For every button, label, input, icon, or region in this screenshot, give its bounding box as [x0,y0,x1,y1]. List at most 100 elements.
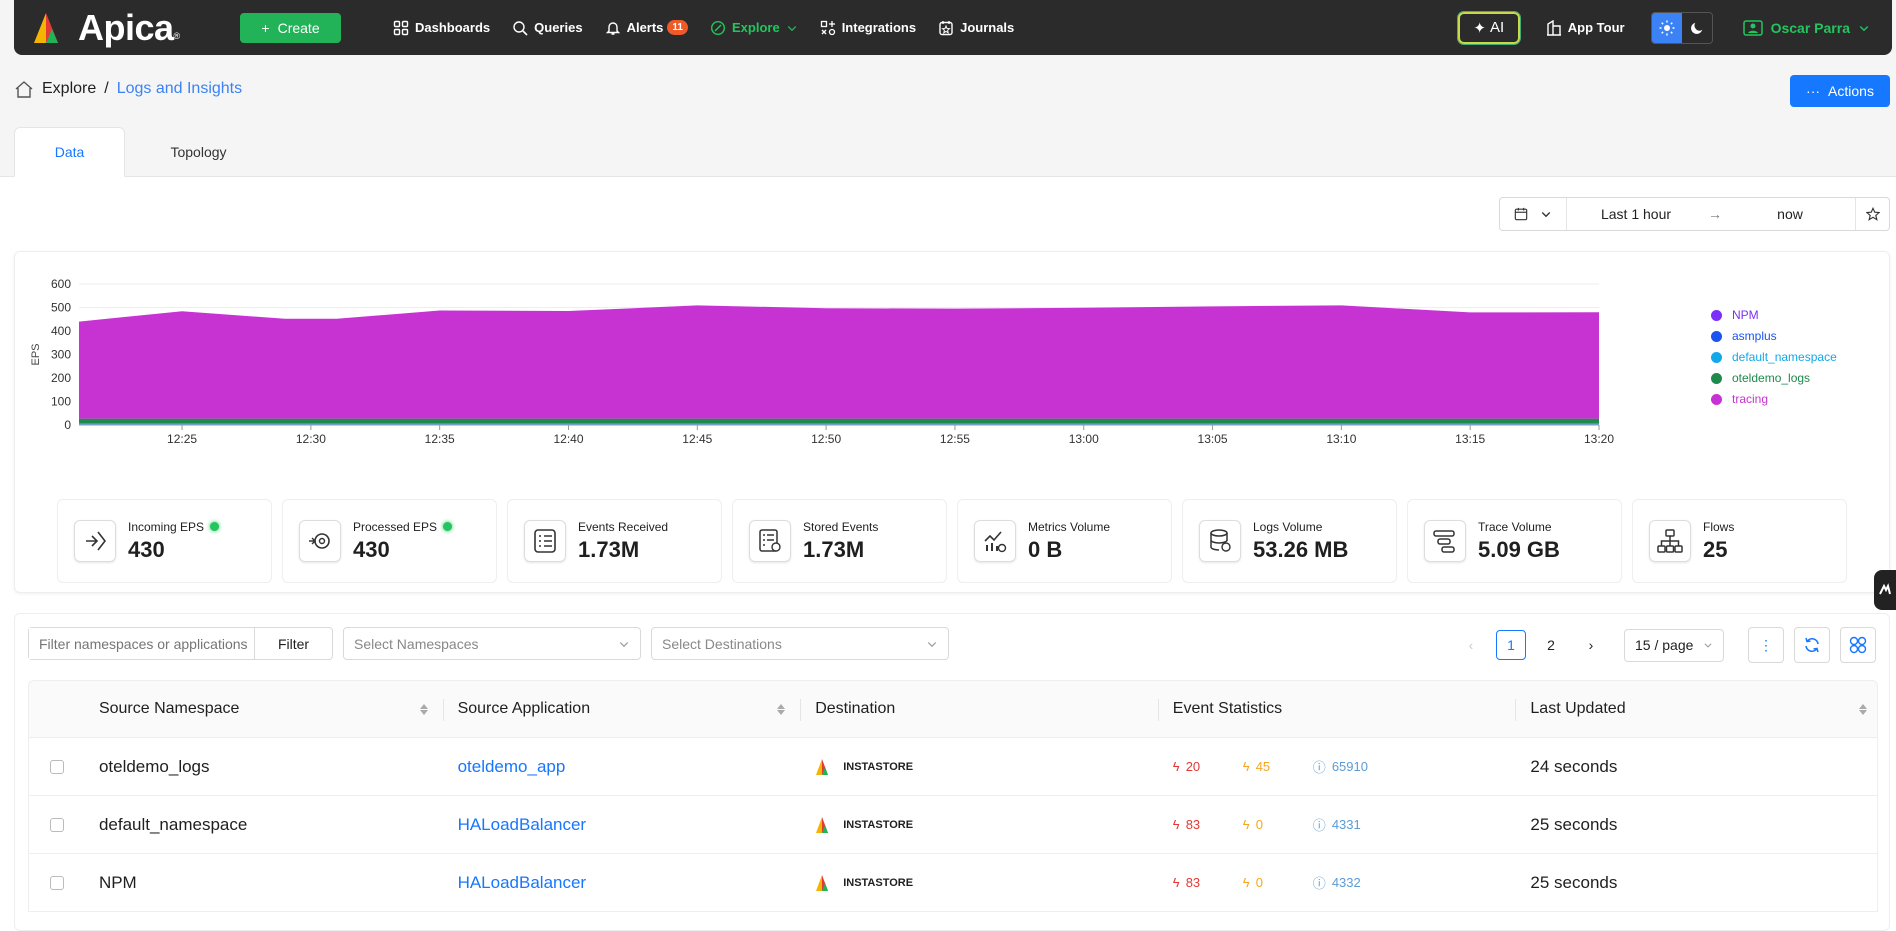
help-widget-tab[interactable] [1874,570,1896,610]
namespace-cell: default_namespace [98,814,248,834]
sort-icon[interactable] [419,703,428,715]
legend-item[interactable]: NPM [1711,308,1841,322]
legend-dot [1711,310,1722,321]
x-tick-label: 12:45 [682,432,712,446]
column-destination: Destination [801,681,1159,737]
application-link[interactable]: oteldemo_app [458,757,566,777]
row-checkbox[interactable] [49,817,64,832]
legend-label: asmplus [1732,329,1777,343]
nav-dashboards[interactable]: Dashboards [393,20,490,36]
filter-input[interactable] [29,628,254,659]
layout-toggle-button[interactable] [1840,627,1876,663]
home-icon[interactable] [14,80,34,98]
calendar-dropdown[interactable] [1500,198,1567,230]
compass-icon [710,20,726,35]
destination: INSTASTORE [815,758,913,776]
namespace-cell: oteldemo_logs [98,756,210,776]
page-size-select[interactable]: 15 / page [1624,628,1724,662]
tab-data[interactable]: Data [14,127,125,177]
page-2[interactable]: 2 [1536,630,1566,660]
y-tick-label: 600 [51,277,71,291]
legend-label: oteldemo_logs [1732,371,1811,385]
legend-item[interactable]: asmplus [1711,329,1841,343]
filter-button[interactable]: Filter [254,628,332,659]
nav-alerts[interactable]: Alerts 11 [605,20,688,36]
legend-item[interactable]: tracing [1711,392,1841,406]
main-nav: Dashboards Queries Alerts 11 Explore Int… [393,20,1036,36]
time-to[interactable]: now [1725,206,1855,222]
table-row[interactable]: oteldemo_logs oteldemo_app INSTASTORE ϟ2… [28,738,1878,796]
legend-label: default_namespace [1732,350,1837,364]
stat-card-trace-volume: Trace Volume 5.09 GB [1407,499,1622,583]
destinations-select[interactable]: Select Destinations [651,627,949,660]
theme-toggle[interactable] [1650,11,1713,44]
y-tick-label: 400 [51,324,71,338]
more-options-button[interactable]: ⋮ [1748,627,1784,663]
application-link[interactable]: HALoadBalancer [458,873,587,893]
info-icon: ⓘ [1312,876,1326,891]
journal-icon [939,20,953,35]
warning-count: ϟ0 [1242,875,1263,890]
legend-item[interactable]: default_namespace [1711,350,1841,364]
apica-logo[interactable]: Apica ® [32,7,202,49]
nav-queries[interactable]: Queries [512,20,583,36]
column-source-application[interactable]: Source Application [444,681,802,737]
column-last-updated[interactable]: Last Updated [1516,681,1877,737]
apica-logo-icon [34,12,58,43]
time-range-picker[interactable]: Last 1 hour → now [1499,197,1890,231]
dark-mode-button[interactable] [1681,12,1712,43]
ellipsis-icon: ··· [1806,83,1821,99]
light-mode-button[interactable] [1651,12,1682,43]
x-tick-label: 12:35 [425,432,455,446]
user-avatar-icon [1742,19,1763,36]
sort-icon[interactable] [777,703,786,715]
nav-integrations[interactable]: Integrations [820,20,916,36]
breadcrumb-current[interactable]: Logs and Insights [117,80,242,98]
refresh-button[interactable] [1794,627,1830,663]
error-count: ϟ 83 [1172,817,1201,832]
info-count: ⓘ 65910 [1312,759,1368,775]
namespace-table-card: Filter Select Namespaces Select Destinat… [14,613,1890,931]
namespaces-select[interactable]: Select Namespaces [343,627,641,660]
top-navigation-bar: Apica ® + Create Dashboards Queries Aler… [14,0,1892,55]
next-page-button[interactable]: › [1576,630,1606,660]
namespace-cell: NPM [98,872,137,892]
user-menu[interactable]: Oscar Parra [1742,19,1870,37]
table-row[interactable]: NPM HALoadBalancer INSTASTORE ϟ 83 ϟ0 ⓘ 43… [28,854,1878,912]
tab-topology[interactable]: Topology [143,127,254,177]
page-1[interactable]: 1 [1496,630,1526,660]
time-from[interactable]: Last 1 hour [1567,206,1705,222]
live-indicator [210,522,220,531]
series-area-tracing [79,305,1599,419]
table-row[interactable]: default_namespace HALoadBalancer INSTAST… [28,796,1878,854]
y-tick-label: 300 [51,348,71,362]
last-updated-cell: 24 seconds [1530,756,1618,776]
prev-page-button[interactable]: ‹ [1456,630,1486,660]
last-updated-cell: 25 seconds [1530,814,1618,834]
nav-journals[interactable]: Journals [938,20,1014,36]
series-area-oteldemo_logs [79,418,1599,424]
breadcrumb-explore[interactable]: Explore [42,80,96,98]
application-link[interactable]: HALoadBalancer [458,815,587,835]
ai-button[interactable]: ✦ AI [1457,11,1520,44]
vertical-ellipsis-icon: ⋮ [1759,636,1773,653]
chevron-down-icon [1859,25,1869,31]
destination: INSTASTORE [815,874,913,892]
x-tick-label: 13:00 [1069,432,1099,446]
info-count: ⓘ 4331 [1312,817,1361,833]
lightning-icon: ϟ [1172,817,1180,832]
create-button[interactable]: + Create [240,12,341,43]
favorite-button[interactable] [1855,198,1889,230]
flows-icon [1649,520,1691,562]
app-tour-button[interactable]: App Tour [1546,19,1625,36]
star-icon [1865,207,1880,221]
nav-explore[interactable]: Explore [710,20,798,36]
row-checkbox[interactable] [49,875,64,890]
legend-item[interactable]: oteldemo_logs [1711,371,1841,385]
actions-button[interactable]: ··· Actions [1790,75,1890,107]
y-tick-label: 500 [51,301,71,315]
sort-icon[interactable] [1859,703,1868,715]
table-header: Source Namespace Source Application Dest… [28,680,1878,738]
row-checkbox[interactable] [49,759,64,774]
column-source-namespace[interactable]: Source Namespace [85,681,444,737]
